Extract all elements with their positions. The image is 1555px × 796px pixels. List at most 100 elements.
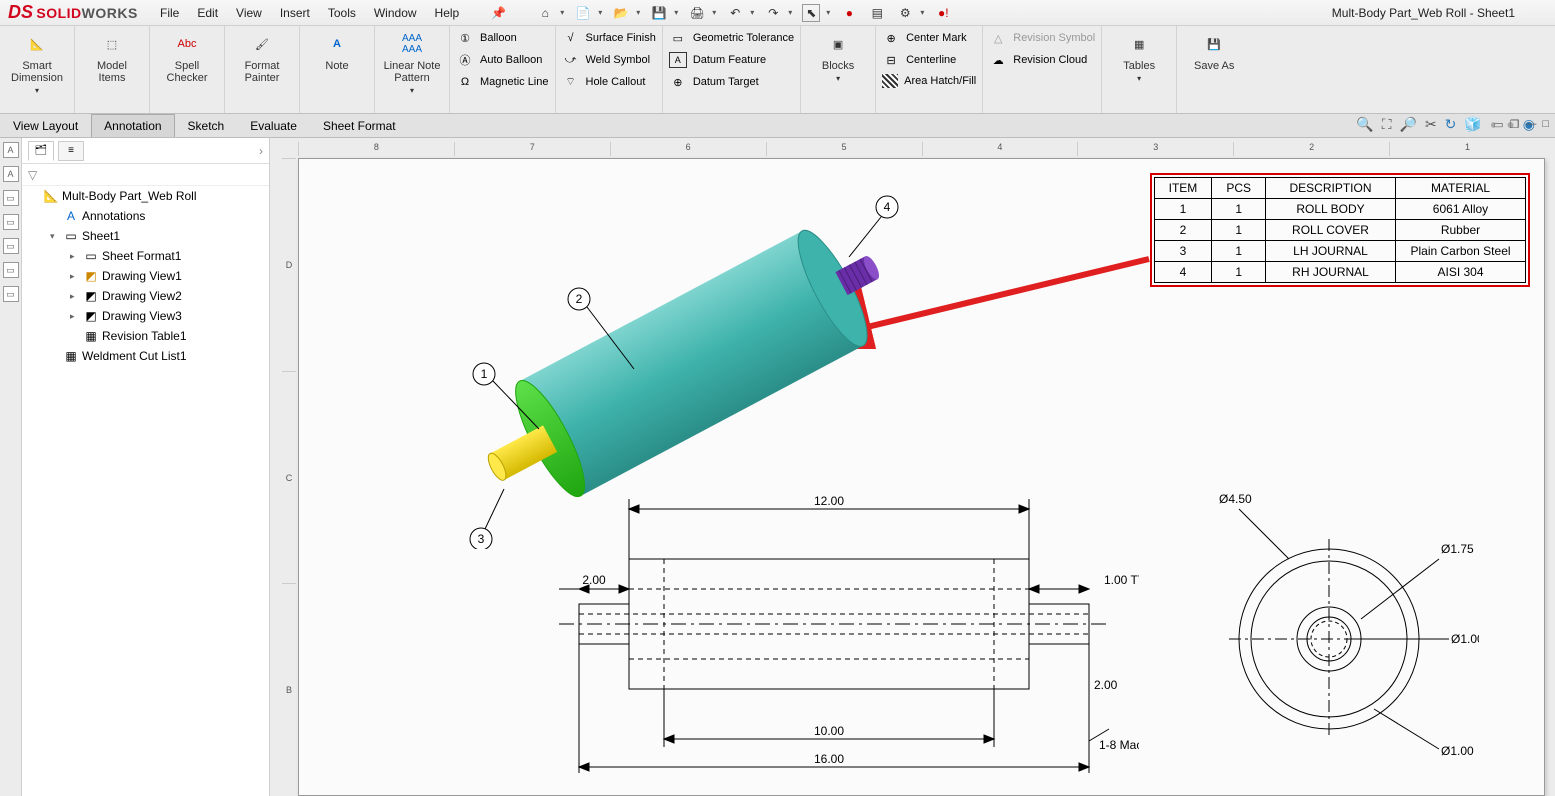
bom-header-item: ITEM: [1154, 178, 1212, 199]
tab-evaluate[interactable]: Evaluate: [237, 114, 310, 137]
task-pane-rail: A A ▭ ▭ ▭ ▭ ▭: [0, 138, 22, 796]
collapse-panel-icon[interactable]: ▭: [1493, 118, 1503, 131]
view-orient-icon[interactable]: ↻: [1445, 116, 1457, 133]
revision-cloud-button[interactable]: ☁Revision Cloud: [989, 52, 1095, 68]
save-as-button[interactable]: 💾Save As: [1177, 26, 1251, 113]
rail-icon-7[interactable]: ▭: [3, 286, 19, 302]
menu-bar: File Edit View Insert Tools Window Help …: [150, 6, 506, 20]
rail-icon-3[interactable]: ▭: [3, 190, 19, 206]
bom-row: 21ROLL COVERRubber: [1154, 220, 1525, 241]
model-items-button[interactable]: ⬚Model Items: [75, 26, 150, 113]
hole-callout-button[interactable]: ⌔Hole Callout: [562, 74, 656, 90]
bom-row: 41RH JOURNALAISI 304: [1154, 262, 1525, 283]
restore-panel-icon[interactable]: ❐: [1509, 118, 1519, 131]
area-hatch-button[interactable]: Area Hatch/Fill: [882, 74, 976, 88]
blocks-button[interactable]: ▣Blocks▾: [801, 26, 876, 113]
center-mark-button[interactable]: ⊕Center Mark: [882, 30, 976, 46]
rail-icon-6[interactable]: ▭: [3, 262, 19, 278]
tab-annotation[interactable]: Annotation: [91, 114, 174, 137]
zoom-area-icon[interactable]: ⛶: [1382, 116, 1392, 133]
document-title: Mult-Body Part_Web Roll - Sheet1: [1332, 6, 1515, 20]
balloon-1: 1: [481, 367, 488, 381]
bom-header-pcs: PCS: [1212, 178, 1266, 199]
tree-tab-property[interactable]: ≡: [58, 141, 84, 161]
dim-2b: 2.00: [1094, 678, 1118, 692]
menu-edit[interactable]: Edit: [197, 6, 218, 20]
datum-target-button[interactable]: ⊕Datum Target: [669, 74, 794, 90]
tree-filter[interactable]: ▽: [22, 164, 269, 186]
menu-tools[interactable]: Tools: [328, 6, 356, 20]
smart-dimension-button[interactable]: 📐Smart Dimension▾: [0, 26, 75, 113]
pin-icon[interactable]: 📌: [491, 6, 506, 20]
tree-tab-feature[interactable]: 🗂: [28, 141, 54, 161]
balloon-2: 2: [576, 292, 583, 306]
tree-sheet-format[interactable]: ▸▭Sheet Format1: [22, 246, 269, 266]
home-icon[interactable]: ⌂: [536, 4, 554, 22]
linear-note-pattern-button[interactable]: AAAAAALinear Note Pattern▾: [375, 26, 450, 113]
redo-icon[interactable]: ↷: [764, 4, 782, 22]
tree-root[interactable]: 📐Mult-Body Part_Web Roll: [22, 186, 269, 206]
weld-symbol-button[interactable]: ⤻Weld Symbol: [562, 52, 656, 68]
command-tab-strip: View Layout Annotation Sketch Evaluate S…: [0, 114, 1555, 138]
dim-threads: 1-8 Machine Threads: [1099, 738, 1139, 752]
tree-revision-table[interactable]: ▦Revision Table1: [22, 326, 269, 346]
datum-feature-button[interactable]: ADatum Feature: [669, 52, 794, 68]
geometric-tolerance-button[interactable]: ▭Geometric Tolerance: [669, 30, 794, 46]
section-view-icon[interactable]: ✂: [1425, 116, 1437, 133]
tab-sketch[interactable]: Sketch: [175, 114, 238, 137]
dim-dia175: Ø1.75: [1441, 542, 1474, 556]
zoom-prev-icon[interactable]: 🔎: [1400, 116, 1417, 133]
drawing-canvas[interactable]: 87654321 DCB ITEM PCS DESCRIPTION MATERI…: [270, 138, 1555, 796]
menu-help[interactable]: Help: [435, 6, 460, 20]
open-icon[interactable]: 📂: [612, 4, 630, 22]
warning-icon[interactable]: ●!: [934, 4, 952, 22]
format-painter-button[interactable]: 🖌Format Painter: [225, 26, 300, 113]
tree-expand-icon[interactable]: ›: [259, 144, 263, 158]
dim-dia450: Ø4.50: [1219, 492, 1252, 506]
maximize-panel-icon[interactable]: □: [1542, 118, 1549, 131]
traffic-icon[interactable]: ●: [840, 4, 858, 22]
bom-table[interactable]: ITEM PCS DESCRIPTION MATERIAL 11ROLL BOD…: [1150, 173, 1530, 287]
new-icon[interactable]: 📄: [574, 4, 592, 22]
balloon-button[interactable]: ①Balloon: [456, 30, 549, 46]
rail-icon-2[interactable]: A: [3, 166, 19, 182]
menu-insert[interactable]: Insert: [280, 6, 310, 20]
ribbon: 📐Smart Dimension▾ ⬚Model Items AbcSpell …: [0, 26, 1555, 114]
rail-icon-4[interactable]: ▭: [3, 214, 19, 230]
tree-weldment-cut-list[interactable]: ▦Weldment Cut List1: [22, 346, 269, 366]
rail-icon-5[interactable]: ▭: [3, 238, 19, 254]
spell-checker-button[interactable]: AbcSpell Checker: [150, 26, 225, 113]
main-area: A A ▭ ▭ ▭ ▭ ▭ 🗂 ≡ › ▽ 📐Mult-Body Part_We…: [0, 138, 1555, 796]
tree-drawing-view3[interactable]: ▸◩Drawing View3: [22, 306, 269, 326]
undo-icon[interactable]: ↶: [726, 4, 744, 22]
magnetic-line-button[interactable]: ΩMagnetic Line: [456, 74, 549, 90]
tab-sheet-format[interactable]: Sheet Format: [310, 114, 409, 137]
bom-row: 11ROLL BODY6061 Alloy: [1154, 199, 1525, 220]
tree-drawing-view1[interactable]: ▸◩Drawing View1: [22, 266, 269, 286]
tab-view-layout[interactable]: View Layout: [0, 114, 91, 137]
options-list-icon[interactable]: ▤: [868, 4, 886, 22]
settings-icon[interactable]: ⚙: [896, 4, 914, 22]
select-icon[interactable]: ⬉: [802, 4, 820, 22]
surface-finish-button[interactable]: √Surface Finish: [562, 30, 656, 46]
title-bar: DS SOLIDWORKS File Edit View Insert Tool…: [0, 0, 1555, 26]
auto-balloon-button[interactable]: ⒶAuto Balloon: [456, 52, 549, 68]
app-logo: DS SOLIDWORKS: [0, 2, 150, 23]
menu-view[interactable]: View: [236, 6, 262, 20]
drawing-view-front: 12.00 2.00 1.00 TYP 10.00 16.00 2.00 1-8…: [539, 489, 1139, 779]
tables-button[interactable]: ▦Tables▾: [1102, 26, 1177, 113]
tree-drawing-view2[interactable]: ▸◩Drawing View2: [22, 286, 269, 306]
dim-1typ: 1.00 TYP: [1104, 573, 1139, 587]
zoom-fit-icon[interactable]: 🔍: [1356, 116, 1373, 133]
menu-file[interactable]: File: [160, 6, 179, 20]
display-style-icon[interactable]: 🧊: [1464, 116, 1481, 133]
tree-annotations[interactable]: AAnnotations: [22, 206, 269, 226]
print-icon[interactable]: 🖨: [688, 4, 706, 22]
save-icon[interactable]: 💾: [650, 4, 668, 22]
note-button[interactable]: ANote: [300, 26, 375, 113]
menu-window[interactable]: Window: [374, 6, 417, 20]
centerline-button[interactable]: ⊟Centerline: [882, 52, 976, 68]
tree-sheet1[interactable]: ▾▭Sheet1: [22, 226, 269, 246]
rail-icon-1[interactable]: A: [3, 142, 19, 158]
minimize-panel-icon[interactable]: —: [1525, 118, 1536, 131]
